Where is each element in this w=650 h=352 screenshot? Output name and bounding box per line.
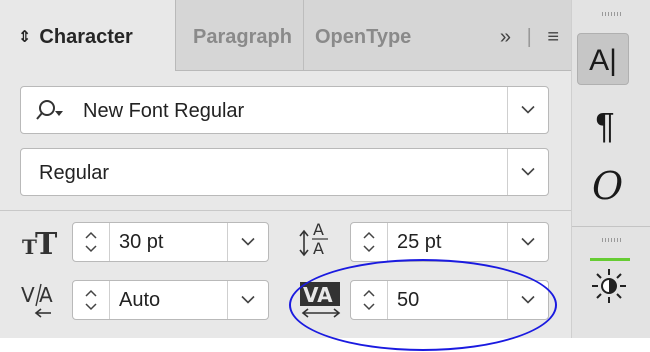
kerning-caret[interactable] [227,281,268,319]
toolbar-separator [572,226,650,227]
font-family-value: New Font Regular [83,100,245,122]
glyphs-panel-button[interactable]: O [592,164,624,208]
svg-text:A: A [39,283,53,307]
kerning-icon: V A [20,280,64,325]
font-style-dropdown[interactable]: Regular [20,148,549,196]
toolbar-grip[interactable] [602,12,622,16]
tracking-icon: VA [298,280,344,325]
font-size-stepper[interactable] [73,223,110,261]
leading-caret[interactable] [507,223,548,261]
leading-stepper[interactable] [351,223,388,261]
tracking-value[interactable]: 50 [397,281,419,319]
tab-strip: ⇕ Character Paragraph OpenType » | ≡ [0,0,571,71]
section-divider [0,210,571,211]
font-size-icon: T T [20,226,64,265]
chevron-down-icon [521,105,535,114]
kerning-value[interactable]: Auto [119,281,160,319]
svg-text:VA: VA [303,283,333,307]
toolbar-accent-bar [590,258,630,261]
font-size-caret[interactable] [227,223,268,261]
chevron-down-icon [241,295,255,304]
kerning-stepper[interactable] [73,281,110,319]
chevron-down-icon [241,237,255,246]
chevron-down-icon [521,295,535,304]
kerning-field[interactable]: Auto [72,280,269,320]
chevron-down-icon [521,167,535,176]
leading-value[interactable]: 25 pt [397,223,441,261]
font-size-field[interactable]: 30 pt [72,222,269,262]
character-panel-button[interactable]: A| [577,33,629,85]
stepper-arrows-icon [363,231,375,253]
sun-icon [592,269,626,303]
side-toolbar: A| ¶ O [572,0,650,338]
svg-text:V: V [21,283,35,307]
svg-text:T: T [35,227,58,260]
tracking-field[interactable]: 50 [350,280,549,320]
tracking-stepper[interactable] [351,281,388,319]
svg-text:A: A [313,239,324,258]
stepper-arrows-icon [85,289,97,311]
tab-opentype[interactable]: OpenType [305,0,427,70]
font-size-value[interactable]: 30 pt [119,223,163,261]
tab-controls: » | ≡ [490,0,559,70]
font-style-caret[interactable] [507,149,548,195]
tab-character[interactable]: ⇕ Character [0,0,176,71]
search-icon[interactable] [35,99,65,126]
stepper-arrows-icon [363,289,375,311]
collapse-arrows-icon[interactable]: ⇕ [18,1,31,71]
font-family-dropdown[interactable]: New Font Regular [20,86,549,134]
pilcrow-icon: ¶ [595,105,615,146]
svg-text:A: A [313,220,324,239]
paragraph-panel-button[interactable]: ¶ [590,105,620,147]
character-panel: ⇕ Character Paragraph OpenType » | ≡ New … [0,0,572,338]
tab-control-separator: | [526,26,532,48]
character-icon: A| [589,44,617,77]
toolbar-grip[interactable] [602,238,622,242]
tracking-caret[interactable] [507,281,548,319]
leading-icon: A A [296,218,338,265]
panel-menu-icon[interactable]: ≡ [547,26,559,48]
chevron-down-icon [521,237,535,246]
leading-field[interactable]: 25 pt [350,222,549,262]
expand-panels-icon[interactable]: » [500,26,511,48]
glyphs-icon: O [592,164,624,208]
font-style-value: Regular [39,162,110,184]
tab-paragraph[interactable]: Paragraph [177,0,304,70]
font-family-caret[interactable] [507,87,548,133]
brightness-button[interactable] [589,266,629,311]
stepper-arrows-icon [85,231,97,253]
